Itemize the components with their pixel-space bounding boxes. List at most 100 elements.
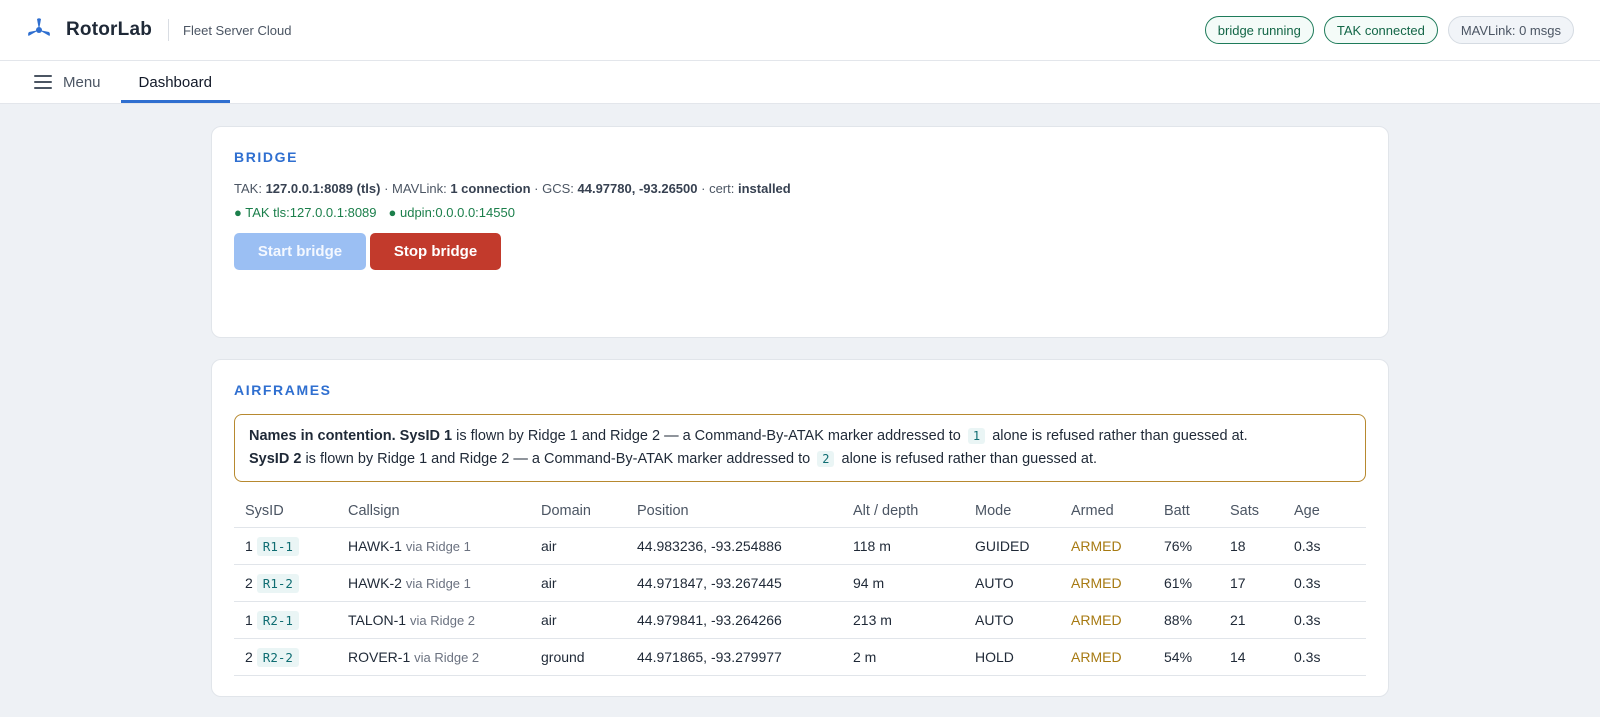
brand-name: RotorLab bbox=[66, 19, 153, 40]
col-alt: Alt / depth bbox=[842, 496, 964, 528]
sysid-value: 1 bbox=[245, 538, 253, 554]
warning-heading: Names in contention. bbox=[249, 428, 396, 444]
table-row[interactable]: 1 R2-1 TALON-1 via Ridge 2 air 44.979841,… bbox=[234, 601, 1366, 639]
via-value: via Ridge 2 bbox=[409, 613, 476, 628]
ridge-tag: R2-1 bbox=[256, 611, 299, 630]
col-age: Age bbox=[1283, 496, 1366, 528]
via-value: via Ridge 2 bbox=[414, 650, 480, 665]
airframes-card: Airframes Names in contention. SysID 1 i… bbox=[211, 359, 1389, 697]
tab-bar: Menu Dashboard bbox=[0, 61, 1600, 104]
stop-bridge-button[interactable]: Stop bridge bbox=[370, 233, 501, 270]
cell-sysid: 2 R1-2 bbox=[234, 564, 337, 602]
tak-value: 127.0.0.1:8089 (tls) bbox=[265, 181, 381, 196]
cell-callsign: HAWK-2 via Ridge 1 bbox=[337, 564, 530, 602]
warning-text-1b: alone is refused rather than guessed at. bbox=[992, 428, 1248, 444]
warning-text-1a: is flown by Ridge 1 and Ridge 2 — a Comm… bbox=[456, 428, 961, 444]
mavlink-value: 1 connection bbox=[450, 181, 531, 196]
table-row[interactable]: 1 R1-1 HAWK-1 via Ridge 1 air 44.983236, … bbox=[234, 527, 1366, 565]
cell-mode: HOLD bbox=[964, 638, 1060, 676]
airframes-table: SysID Callsign Domain Position Alt / dep… bbox=[234, 496, 1366, 676]
col-callsign: Callsign bbox=[337, 496, 530, 528]
menu-button[interactable]: Menu bbox=[34, 61, 101, 103]
cell-position: 44.979841, -93.264266 bbox=[626, 601, 842, 639]
table-row[interactable]: 2 R2-2 ROVER-1 via Ridge 2 ground 44.9718… bbox=[234, 638, 1366, 676]
airframes-card-title: Airframes bbox=[234, 382, 332, 398]
cell-age: 0.3s bbox=[1283, 564, 1366, 602]
warning-line-1: Names in contention. SysID 1 is flown by… bbox=[249, 425, 1351, 448]
connection-tak: ● TAK tls:127.0.0.1:8089 bbox=[234, 205, 377, 220]
cell-sysid: 2 R2-2 bbox=[234, 638, 337, 676]
ridge-tag: R1-2 bbox=[256, 574, 299, 593]
gcs-label: · GCS: bbox=[534, 181, 574, 196]
bridge-status-badge: bridge running bbox=[1204, 16, 1314, 44]
connection-list: ● TAK tls:127.0.0.1:8089 ● udpin:0.0.0.0… bbox=[234, 205, 1366, 220]
cell-alt: 94 m bbox=[842, 564, 964, 602]
cell-callsign: ROVER-1 via Ridge 2 bbox=[337, 638, 530, 676]
cell-domain: air bbox=[530, 601, 626, 639]
cell-alt: 2 m bbox=[842, 638, 964, 676]
ridge-tag: R2-2 bbox=[256, 648, 299, 667]
col-domain: Domain bbox=[530, 496, 626, 528]
cell-mode: GUIDED bbox=[964, 527, 1060, 565]
callsign-value: ROVER-1 bbox=[348, 649, 411, 665]
cell-batt: 88% bbox=[1153, 601, 1219, 639]
col-batt: Batt bbox=[1153, 496, 1219, 528]
cell-age: 0.3s bbox=[1283, 638, 1366, 676]
via-value: via Ridge 1 bbox=[405, 539, 471, 554]
warning-code-1: 1 bbox=[967, 428, 986, 444]
cell-alt: 118 m bbox=[842, 527, 964, 565]
gcs-value: 44.97780, -93.26500 bbox=[577, 181, 698, 196]
bridge-info-line: TAK: 127.0.0.1:8089 (tls) · MAVLink: 1 c… bbox=[234, 181, 1366, 196]
mavlink-label: · MAVLink: bbox=[384, 181, 447, 196]
tak-status-badge: TAK connected bbox=[1323, 16, 1438, 44]
tab-dashboard[interactable]: Dashboard bbox=[120, 64, 230, 103]
cell-domain: air bbox=[530, 527, 626, 565]
cell-callsign: TALON-1 via Ridge 2 bbox=[337, 601, 530, 639]
callsign-value: HAWK-1 bbox=[348, 538, 402, 554]
cert-label: · cert: bbox=[701, 181, 735, 196]
table-header-row: SysID Callsign Domain Position Alt / dep… bbox=[234, 496, 1366, 528]
table-row[interactable]: 2 R1-2 HAWK-2 via Ridge 1 air 44.971847, … bbox=[234, 564, 1366, 602]
bridge-card: Bridge TAK: 127.0.0.1:8089 (tls) · MAVLi… bbox=[211, 126, 1389, 338]
ridge-tag: R1-1 bbox=[256, 537, 299, 556]
hamburger-icon bbox=[34, 75, 52, 89]
cell-sysid: 1 R1-1 bbox=[234, 527, 337, 565]
cell-callsign: HAWK-1 via Ridge 1 bbox=[337, 527, 530, 565]
cell-batt: 76% bbox=[1153, 527, 1219, 565]
cell-armed: ARMED bbox=[1060, 601, 1153, 639]
bridge-card-title: Bridge bbox=[234, 149, 299, 165]
warning-line-2: SysID 2 is flown by Ridge 1 and Ridge 2 … bbox=[249, 448, 1351, 471]
main-content: Bridge TAK: 127.0.0.1:8089 (tls) · MAVLi… bbox=[211, 104, 1389, 697]
cell-sats: 21 bbox=[1219, 601, 1283, 639]
bridge-actions: Start bridge Stop bridge bbox=[234, 233, 1366, 270]
cell-mode: AUTO bbox=[964, 564, 1060, 602]
cell-domain: air bbox=[530, 564, 626, 602]
cell-batt: 54% bbox=[1153, 638, 1219, 676]
sysid-value: 2 bbox=[245, 649, 253, 665]
connection-udpin: ● udpin:0.0.0.0:14550 bbox=[388, 205, 515, 220]
warning-code-2: 2 bbox=[817, 451, 835, 467]
cert-value: installed bbox=[737, 181, 791, 196]
col-position: Position bbox=[626, 496, 842, 528]
col-sysid: SysID bbox=[234, 496, 337, 528]
col-armed: Armed bbox=[1060, 496, 1153, 528]
start-bridge-button[interactable]: Start bridge bbox=[234, 233, 366, 270]
cell-position: 44.971865, -93.279977 bbox=[626, 638, 842, 676]
sysid-value: 2 bbox=[245, 575, 253, 591]
cell-batt: 61% bbox=[1153, 564, 1219, 602]
app-subtitle: Fleet Server Cloud bbox=[183, 22, 292, 38]
sysid-value: 1 bbox=[245, 612, 253, 628]
mavlink-status-badge: MAVLink: 0 msgs bbox=[1447, 16, 1574, 44]
warning-sysid-1: SysID 1 bbox=[399, 428, 453, 444]
cell-age: 0.3s bbox=[1283, 527, 1366, 565]
cell-position: 44.971847, -93.267445 bbox=[626, 564, 842, 602]
header-divider bbox=[168, 19, 170, 41]
top-bar: RotorLab Fleet Server Cloud bridge runni… bbox=[0, 0, 1600, 61]
cell-position: 44.983236, -93.254886 bbox=[626, 527, 842, 565]
cell-sats: 14 bbox=[1219, 638, 1283, 676]
warning-text-2a: is flown by Ridge 1 and Ridge 2 — a Comm… bbox=[305, 451, 811, 467]
warning-text-2b: alone is refused rather than guessed at. bbox=[841, 451, 1098, 467]
rotor-logo-icon bbox=[28, 18, 50, 36]
callsign-value: TALON-1 bbox=[348, 612, 407, 628]
cell-sysid: 1 R2-1 bbox=[234, 601, 337, 639]
